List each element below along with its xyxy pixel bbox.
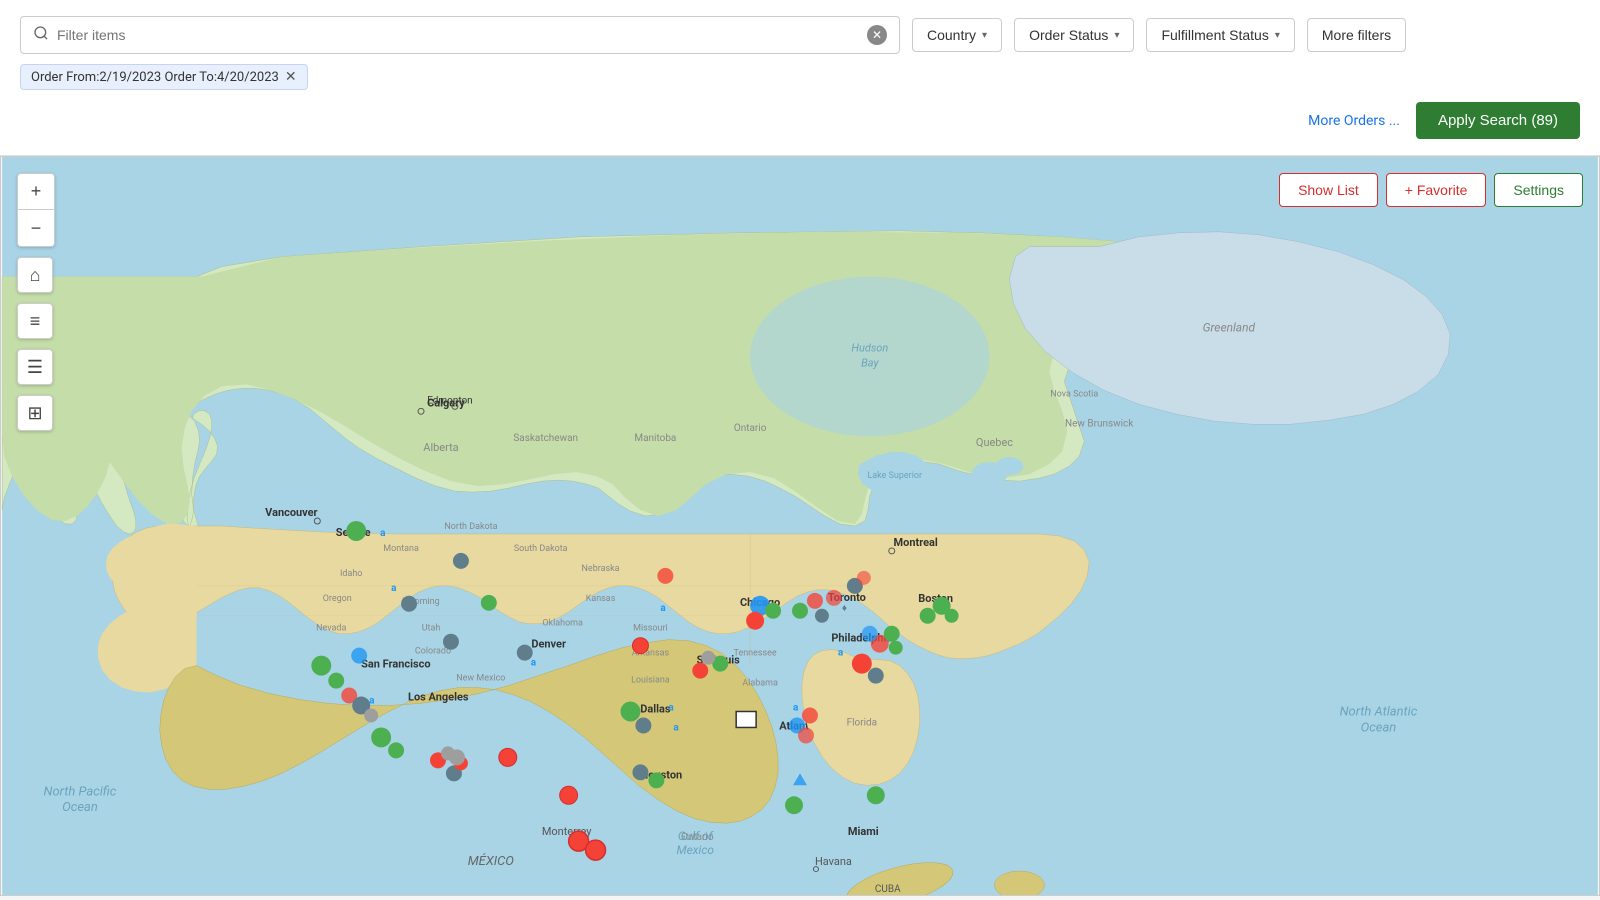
more-filters-label: More filters xyxy=(1322,27,1391,43)
svg-text:Kansas: Kansas xyxy=(586,594,616,604)
svg-text:Alberta: Alberta xyxy=(423,441,458,454)
svg-text:CUBA: CUBA xyxy=(875,884,901,895)
svg-text:North Pacific: North Pacific xyxy=(44,784,117,799)
apply-search-button[interactable]: Apply Search (89) xyxy=(1416,102,1580,139)
svg-text:Ocean: Ocean xyxy=(1361,720,1397,735)
filter-panel: ✕ Country ▾ Order Status ▾ Fulfillment S… xyxy=(0,0,1600,156)
chevron-down-icon: ▾ xyxy=(1114,30,1119,41)
fulfillment-status-filter-button[interactable]: Fulfillment Status ▾ xyxy=(1146,18,1294,52)
svg-text:Dallas: Dallas xyxy=(640,702,671,715)
svg-text:Ocean: Ocean xyxy=(62,800,98,815)
map-section: North Pacific Ocean North Atlantic Ocean… xyxy=(0,156,1600,896)
active-filter-tag: Order From:2/19/2023 Order To:4/20/2023 … xyxy=(20,64,308,90)
svg-text:Ontario: Ontario xyxy=(681,832,714,843)
more-orders-link[interactable]: More Orders ... xyxy=(1308,113,1400,129)
svg-text:Manitoba: Manitoba xyxy=(634,433,676,444)
action-row: More Orders ... Apply Search (89) xyxy=(20,102,1580,139)
filter-row: ✕ Country ▾ Order Status ▾ Fulfillment S… xyxy=(20,16,1580,54)
svg-text:a: a xyxy=(838,648,844,659)
map-controls: + − ⌂ ≡ ☰ ⊞ xyxy=(17,173,55,431)
home-button[interactable]: ⌂ xyxy=(17,257,53,293)
settings-button[interactable]: Settings xyxy=(1494,173,1583,207)
svg-text:a: a xyxy=(668,702,674,713)
layers-button[interactable]: ≡ xyxy=(17,303,53,339)
svg-text:North Atlantic: North Atlantic xyxy=(1340,704,1418,719)
country-filter-label: Country xyxy=(927,27,976,43)
svg-text:♦: ♦ xyxy=(842,603,847,614)
chevron-down-icon: ▾ xyxy=(982,30,987,41)
svg-text:Tennessee: Tennessee xyxy=(734,649,777,659)
grid-button[interactable]: ⊞ xyxy=(17,395,53,431)
menu-button[interactable]: ☰ xyxy=(17,349,53,385)
svg-text:Idaho: Idaho xyxy=(340,569,362,579)
favorite-button[interactable]: + Favorite xyxy=(1386,173,1487,207)
order-status-filter-button[interactable]: Order Status ▾ xyxy=(1014,18,1134,52)
svg-text:Havana: Havana xyxy=(815,855,852,868)
svg-text:Montreal: Montreal xyxy=(894,536,938,549)
more-filters-button[interactable]: More filters xyxy=(1307,18,1406,52)
clear-search-button[interactable]: ✕ xyxy=(867,25,887,45)
svg-text:Nevada: Nevada xyxy=(316,624,346,634)
svg-text:a: a xyxy=(660,603,666,614)
show-list-button[interactable]: Show List xyxy=(1279,173,1378,207)
map-background: North Pacific Ocean North Atlantic Ocean… xyxy=(1,157,1599,895)
svg-text:MÉXICO: MÉXICO xyxy=(468,853,515,869)
svg-text:Saskatchewan: Saskatchewan xyxy=(513,433,578,444)
svg-text:Vancouver: Vancouver xyxy=(265,506,317,519)
svg-text:Utah: Utah xyxy=(422,624,441,634)
svg-text:Bay: Bay xyxy=(861,356,879,369)
svg-text:Miami: Miami xyxy=(848,825,879,838)
svg-text:Montana: Montana xyxy=(383,544,419,554)
svg-text:Quebec: Quebec xyxy=(976,436,1013,449)
search-icon xyxy=(33,25,49,45)
filter-tag-text: Order From:2/19/2023 Order To:4/20/2023 xyxy=(31,70,279,85)
svg-text:Edmonton: Edmonton xyxy=(427,395,472,406)
close-icon: ✕ xyxy=(872,28,882,42)
svg-text:New Mexico: New Mexico xyxy=(456,674,505,684)
svg-text:Los Angeles: Los Angeles xyxy=(408,691,469,704)
svg-text:a: a xyxy=(673,722,679,733)
svg-text:Nebraska: Nebraska xyxy=(582,564,620,574)
chevron-down-icon: ▾ xyxy=(1275,30,1280,41)
svg-text:a: a xyxy=(369,696,375,707)
svg-text:Nova Scotia: Nova Scotia xyxy=(1050,389,1098,399)
svg-text:a: a xyxy=(391,583,397,594)
svg-text:Colorado: Colorado xyxy=(415,647,451,657)
order-status-filter-label: Order Status xyxy=(1029,27,1108,43)
svg-text:Oklahoma: Oklahoma xyxy=(542,619,583,629)
zoom-in-button[interactable]: + xyxy=(18,174,54,210)
svg-text:New Brunswick: New Brunswick xyxy=(1065,418,1134,429)
svg-text:Louisiana: Louisiana xyxy=(631,676,670,686)
svg-text:Alabama: Alabama xyxy=(742,679,778,689)
svg-text:Lake Superior: Lake Superior xyxy=(867,471,922,481)
fulfillment-status-filter-label: Fulfillment Status xyxy=(1161,27,1268,43)
svg-text:South Dakota: South Dakota xyxy=(514,544,568,554)
search-box: ✕ xyxy=(20,16,900,54)
svg-text:Florida: Florida xyxy=(847,717,877,728)
remove-filter-button[interactable]: ✕ xyxy=(285,69,297,85)
search-input[interactable] xyxy=(57,27,867,43)
svg-text:Mexico: Mexico xyxy=(677,843,715,857)
svg-text:Missouri: Missouri xyxy=(633,624,668,634)
country-filter-button[interactable]: Country ▾ xyxy=(912,18,1002,52)
svg-text:a: a xyxy=(531,658,537,669)
svg-text:Oregon: Oregon xyxy=(323,594,352,604)
svg-text:Greenland: Greenland xyxy=(1203,321,1256,335)
svg-text:a: a xyxy=(380,528,386,539)
zoom-out-button[interactable]: − xyxy=(18,210,54,246)
map-action-buttons: Show List + Favorite Settings xyxy=(1279,173,1583,207)
svg-text:Ontario: Ontario xyxy=(734,423,767,434)
svg-text:a: a xyxy=(793,702,799,713)
svg-text:Hudson: Hudson xyxy=(851,341,888,354)
zoom-controls: + − xyxy=(17,173,55,247)
svg-text:North Dakota: North Dakota xyxy=(444,522,497,532)
svg-text:Denver: Denver xyxy=(531,638,566,651)
svg-text:San Francisco: San Francisco xyxy=(361,658,430,671)
